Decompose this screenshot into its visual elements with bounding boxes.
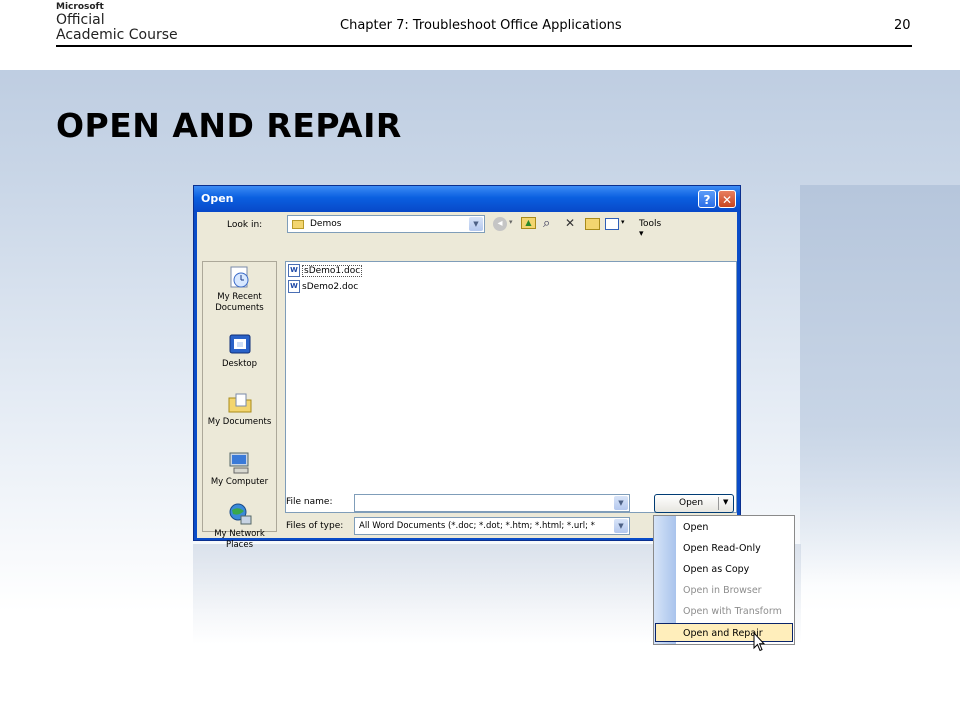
dialog-title: Open: [201, 192, 234, 205]
my-documents-icon: [227, 390, 253, 414]
menu-item-label: Open: [683, 522, 709, 533]
views-dropdown-icon[interactable]: ▾: [621, 218, 625, 226]
views-icon[interactable]: [605, 218, 619, 230]
dialog-titlebar[interactable]: Open ? ✕: [194, 186, 740, 212]
menu-item-open-and-repair[interactable]: Open and Repair: [655, 623, 793, 642]
back-icon[interactable]: ◂: [493, 217, 507, 231]
place-my-recent-documents[interactable]: My Recent Documents: [203, 265, 276, 314]
chevron-down-icon[interactable]: ▼: [469, 217, 483, 231]
delete-icon[interactable]: ✕: [565, 216, 575, 230]
back-dropdown-icon[interactable]: ▾: [509, 218, 513, 226]
place-label: My Network Places: [214, 529, 265, 550]
place-my-documents[interactable]: My Documents: [203, 390, 276, 428]
menu-item-label: Open Read-Only: [683, 543, 761, 554]
chevron-down-icon[interactable]: ▼: [614, 496, 628, 510]
places-bar: My Recent Documents Desktop My Documents: [202, 261, 277, 550]
tools-label: Tools: [639, 219, 662, 229]
new-folder-icon[interactable]: [585, 218, 600, 230]
folder-icon: [292, 220, 304, 229]
look-in-select[interactable]: Demos ▼: [287, 215, 485, 233]
up-folder-icon[interactable]: ▲: [521, 217, 536, 229]
menu-item-open-as-copy[interactable]: Open as Copy: [655, 560, 793, 579]
open-button-label: Open: [679, 498, 704, 508]
file-name: sDemo2.doc: [302, 282, 359, 292]
open-split-button[interactable]: Open ▼: [654, 494, 734, 513]
look-in-label: Look in:: [227, 220, 263, 230]
network-places-icon: [227, 502, 253, 526]
file-item[interactable]: WsDemo2.doc: [288, 280, 358, 294]
header-divider: [56, 45, 912, 47]
tools-menu[interactable]: Tools ▾: [639, 219, 661, 239]
file-name: sDemo1.doc: [302, 265, 363, 277]
logo-line1: Official: [56, 12, 105, 28]
open-dropdown-arrow-icon[interactable]: ▼: [723, 498, 728, 506]
chevron-down-icon[interactable]: ▼: [614, 519, 628, 533]
open-dialog: Open ? ✕ Look in: Demos ▼ ◂ ▾ ▲ ⌕ ✕ ▾ To…: [193, 185, 741, 550]
slide-title: OPEN AND REPAIR: [56, 106, 402, 145]
place-desktop[interactable]: Desktop: [203, 332, 276, 370]
logo-line2: Academic Course: [56, 27, 178, 43]
menu-item-open-with-transform: Open with Transform: [655, 602, 793, 621]
place-label: My Computer: [210, 477, 269, 487]
menu-item-label: Open as Copy: [683, 564, 750, 575]
file-name-input[interactable]: ▼: [354, 494, 630, 512]
open-options-menu: Open Open Read-Only Open as Copy Open in…: [653, 515, 795, 645]
recent-documents-icon: [227, 265, 253, 289]
mouse-pointer-icon: [753, 631, 766, 656]
look-in-value: Demos: [310, 219, 342, 229]
menu-item-label: Open and Repair: [683, 628, 763, 639]
search-web-icon[interactable]: ⌕: [543, 216, 550, 231]
course-logo: Microsoft Official Academic Course: [56, 2, 178, 43]
word-document-icon: W: [288, 280, 300, 293]
desktop-icon: [227, 332, 253, 356]
menu-item-open[interactable]: Open: [655, 518, 793, 537]
word-document-icon: W: [288, 264, 300, 277]
files-of-type-value: All Word Documents (*.doc; *.dot; *.htm;…: [359, 521, 595, 531]
dialog-body: Look in: Demos ▼ ◂ ▾ ▲ ⌕ ✕ ▾ Tools ▾ My …: [197, 212, 737, 550]
close-button[interactable]: ✕: [718, 190, 736, 208]
file-item[interactable]: WsDemo1.doc: [288, 264, 363, 278]
file-list: WsDemo1.doc WsDemo2.doc: [285, 261, 737, 513]
logo-brand: Microsoft: [56, 2, 104, 12]
slide: Microsoft Official Academic Course Chapt…: [0, 0, 960, 720]
split-divider: [718, 497, 719, 510]
menu-item-open-read-only[interactable]: Open Read-Only: [655, 539, 793, 558]
place-label: Desktop: [221, 359, 258, 369]
menu-item-label: Open in Browser: [683, 585, 762, 596]
page-number: 20: [894, 18, 911, 33]
files-of-type-label: Files of type:: [286, 521, 344, 531]
menu-item-open-in-browser: Open in Browser: [655, 581, 793, 600]
help-button[interactable]: ?: [698, 190, 716, 208]
menu-item-label: Open with Transform: [683, 606, 782, 617]
files-of-type-select[interactable]: All Word Documents (*.doc; *.dot; *.htm;…: [354, 517, 630, 535]
place-my-network-places[interactable]: My Network Places: [203, 502, 276, 551]
my-computer-icon: [227, 450, 253, 474]
place-my-computer[interactable]: My Computer: [203, 450, 276, 488]
decorative-panel: [800, 185, 960, 585]
chapter-title: Chapter 7: Troubleshoot Office Applicati…: [340, 18, 622, 33]
file-name-label: File name:: [286, 497, 333, 507]
place-label: My Recent Documents: [215, 292, 264, 313]
place-label: My Documents: [207, 417, 272, 427]
